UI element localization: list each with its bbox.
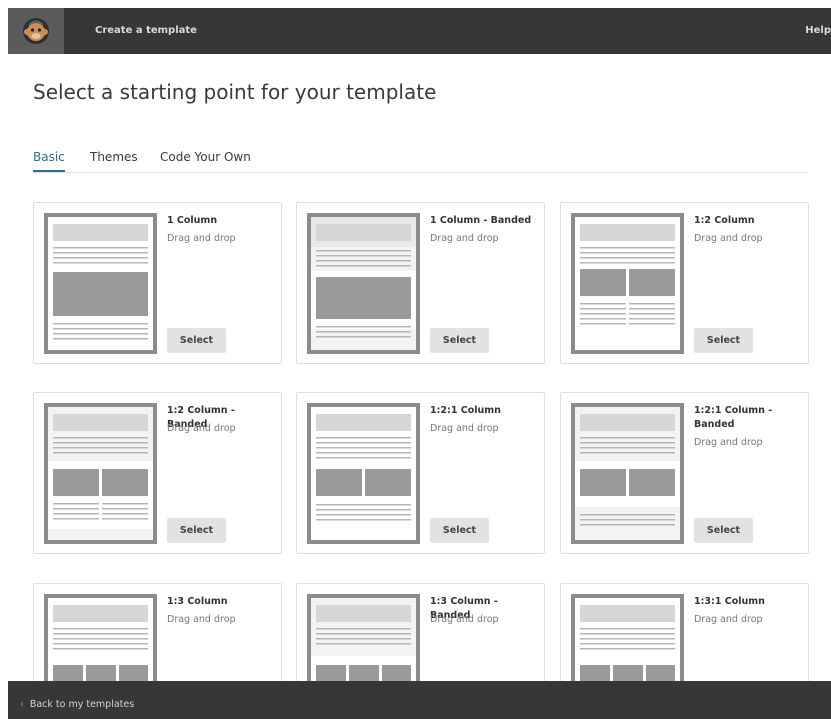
template-card[interactable]: 1:2:1 Column Drag and drop Select <box>296 392 545 554</box>
one-two-one-column-layout-icon <box>307 403 420 544</box>
card-subtitle: Drag and drop <box>430 614 499 625</box>
card-subtitle: Drag and drop <box>167 233 236 244</box>
one-two-column-layout-icon <box>571 213 684 354</box>
template-card[interactable]: 1 Column Drag and drop Select <box>33 202 282 364</box>
template-tabs: Basic Themes Code Your Own <box>33 150 808 173</box>
card-title: 1:3 Column <box>167 596 228 607</box>
select-button[interactable]: Select <box>430 328 489 353</box>
card-subtitle: Drag and drop <box>694 614 763 625</box>
card-subtitle: Drag and drop <box>694 233 763 244</box>
card-subtitle: Drag and drop <box>430 233 499 244</box>
chimp-logo-icon <box>23 18 49 44</box>
card-subtitle: Drag and drop <box>694 437 763 448</box>
top-bar: Create a template Help <box>8 8 831 54</box>
select-button[interactable]: Select <box>430 518 489 543</box>
page-title: Select a starting point for your templat… <box>33 80 437 104</box>
help-link[interactable]: Help <box>805 8 831 54</box>
card-subtitle: Drag and drop <box>167 614 236 625</box>
card-subtitle: Drag and drop <box>167 423 236 434</box>
template-card[interactable]: 1:2 Column - Banded Drag and drop Select <box>33 392 282 554</box>
template-card[interactable]: 1:2:1 Column - Banded Drag and drop Sele… <box>560 392 809 554</box>
topbar-title: Create a template <box>95 25 197 36</box>
tab-basic[interactable]: Basic <box>33 150 65 172</box>
card-title: 1:2 Column <box>694 215 755 226</box>
back-link-label: Back to my templates <box>29 699 135 710</box>
select-button[interactable]: Select <box>694 518 753 543</box>
tab-code-your-own[interactable]: Code Your Own <box>160 150 251 170</box>
footer-bar: ‹ Back to my templates <box>8 681 831 719</box>
card-title: 1:3:1 Column <box>694 596 765 607</box>
card-title: 1 Column - Banded <box>430 215 532 226</box>
one-two-column-banded-layout-icon <box>44 403 157 544</box>
card-subtitle: Drag and drop <box>430 423 499 434</box>
card-title: 1:2:1 Column <box>430 405 501 416</box>
card-title: 1:2:1 Column - Banded <box>694 405 773 430</box>
one-column-banded-layout-icon <box>307 213 420 354</box>
one-two-one-column-banded-layout-icon <box>571 403 684 544</box>
logo-button[interactable] <box>8 8 64 54</box>
select-button[interactable]: Select <box>694 328 753 353</box>
back-to-templates-link[interactable]: ‹ Back to my templates <box>20 681 134 719</box>
template-card[interactable]: 1 Column - Banded Drag and drop Select <box>296 202 545 364</box>
chevron-left-icon: ‹ <box>20 699 24 710</box>
template-card[interactable]: 1:2 Column Drag and drop Select <box>560 202 809 364</box>
select-button[interactable]: Select <box>167 518 226 543</box>
select-button[interactable]: Select <box>167 328 226 353</box>
one-column-layout-icon <box>44 213 157 354</box>
card-title: 1 Column <box>167 215 218 226</box>
tab-themes[interactable]: Themes <box>90 150 138 170</box>
